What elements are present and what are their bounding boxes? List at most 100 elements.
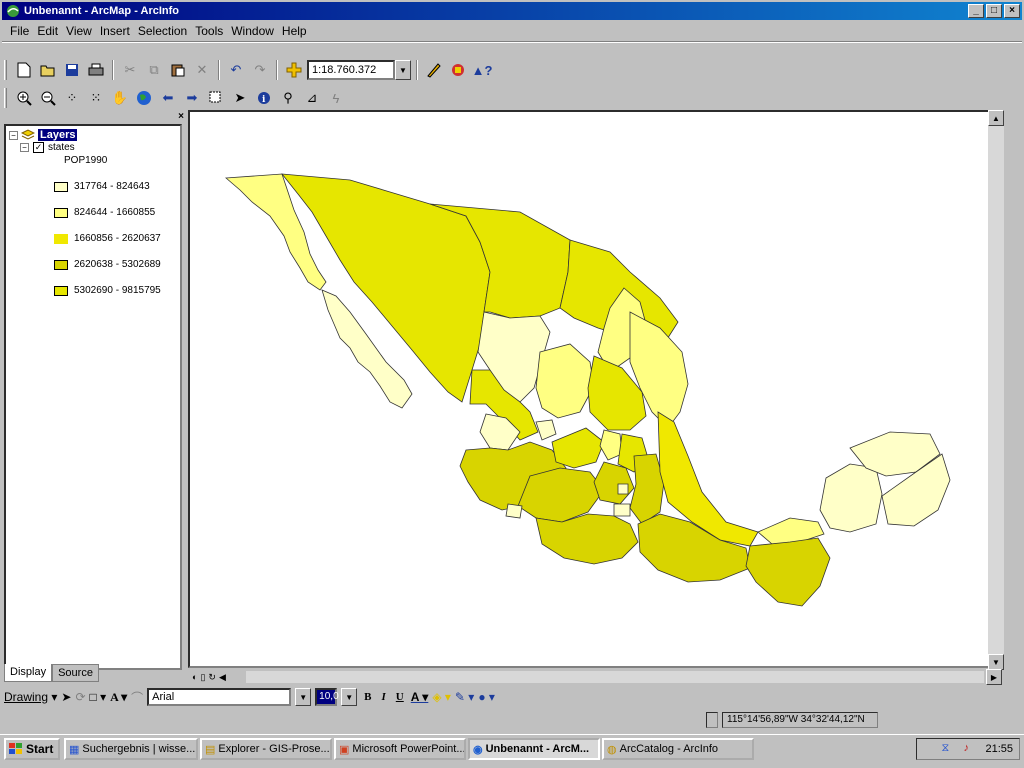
legend-class-row[interactable]: 1660856 - 2620637 — [54, 233, 161, 244]
toolbar-grip[interactable] — [4, 88, 7, 108]
chevron-down-icon[interactable]: ▼ — [295, 688, 312, 706]
measure-icon[interactable]: ⊿ — [301, 87, 323, 109]
svg-text:i: i — [262, 95, 266, 105]
font-color-icon[interactable]: A ▾ — [411, 690, 429, 704]
zoom-in-icon[interactable] — [13, 87, 35, 109]
select-elements-arrow-icon[interactable]: ➤ — [229, 87, 251, 109]
underline-button[interactable]: U — [393, 691, 407, 703]
drawing-menu-button[interactable]: Drawing ▾ — [4, 690, 57, 704]
menu-edit[interactable]: Edit — [33, 24, 62, 38]
identify-icon[interactable]: i — [253, 87, 275, 109]
line-color-icon[interactable]: ✎ ▾ — [455, 690, 474, 704]
layers-dataframe-row[interactable]: − Layers — [9, 129, 78, 141]
italic-button[interactable]: I — [379, 691, 389, 703]
menu-file[interactable]: File — [6, 24, 33, 38]
delete-icon[interactable]: ✕ — [191, 59, 213, 81]
save-icon[interactable] — [61, 59, 83, 81]
forward-arrow-icon[interactable]: ➡ — [181, 87, 203, 109]
full-extent-globe-icon[interactable] — [133, 87, 155, 109]
zoom-out-icon[interactable] — [37, 87, 59, 109]
select-features-icon[interactable] — [205, 87, 227, 109]
toolbar-grip[interactable] — [4, 60, 7, 80]
copy-icon[interactable]: ⧉ — [143, 59, 165, 81]
menu-tools[interactable]: Tools — [191, 24, 227, 38]
tab-display[interactable]: Display — [4, 664, 53, 682]
horizontal-scrollbar[interactable] — [246, 671, 984, 683]
task-suchergebnis[interactable]: ▦ Suchergebnis | wisse... — [64, 738, 198, 760]
legend-class-row[interactable]: 824644 - 1660855 — [54, 207, 155, 218]
chevron-down-icon[interactable]: ▼ — [341, 688, 358, 706]
toc-close-icon[interactable]: × — [178, 111, 184, 122]
select-elements-icon[interactable]: ➤ — [61, 690, 71, 704]
map-scale-combo[interactable]: 1:18.760.372 ▼ — [307, 60, 411, 80]
paste-icon[interactable] — [167, 59, 189, 81]
layer-visibility-checkbox[interactable]: ✓ — [33, 142, 44, 153]
new-document-icon[interactable] — [13, 59, 35, 81]
marker-color-icon[interactable]: ● ▾ — [478, 690, 495, 704]
scroll-down-icon[interactable]: ▼ — [988, 654, 1004, 670]
volume-tray-icon[interactable]: ♪ — [963, 742, 977, 756]
menu-window[interactable]: Window — [227, 24, 278, 38]
task-explorer[interactable]: ▤ Explorer - GIS-Prose... — [200, 738, 332, 760]
menu-help[interactable]: Help — [278, 24, 311, 38]
chevron-down-icon[interactable]: ▼ — [395, 60, 411, 80]
cut-icon[interactable]: ✂ — [119, 59, 141, 81]
fill-color-icon[interactable]: ◈ ▾ — [432, 690, 451, 704]
fixed-zoom-out-icon[interactable]: ⁙ — [85, 87, 107, 109]
bold-button[interactable]: B — [361, 691, 374, 703]
toc-title-bar[interactable]: × — [2, 111, 186, 122]
rectangle-tool-icon[interactable]: □ ▾ — [90, 690, 107, 704]
menu-view[interactable]: View — [62, 24, 96, 38]
undo-icon[interactable]: ↶ — [225, 59, 247, 81]
rotate-icon[interactable]: ⟳ — [75, 690, 85, 704]
start-button[interactable]: Start — [4, 738, 60, 760]
task-arcmap[interactable]: ◉ Unbenannt - ArcM... — [468, 738, 600, 760]
font-size-input[interactable]: 10,0 — [315, 688, 339, 706]
add-data-icon[interactable] — [283, 59, 305, 81]
collapse-icon[interactable]: − — [9, 130, 18, 140]
font-name-input[interactable]: Arial — [147, 688, 292, 706]
menu-separator — [2, 41, 1022, 43]
map-scale-input[interactable]: 1:18.760.372 — [307, 60, 395, 80]
collapse-icon[interactable]: − — [20, 143, 29, 152]
new-text-tool-button[interactable]: A ▾ — [110, 690, 127, 705]
edit-vertices-icon[interactable]: ⌒ — [131, 689, 143, 706]
menu-insert[interactable]: Insert — [96, 24, 134, 38]
refresh-view-icon[interactable]: ↻ — [208, 672, 216, 683]
map-display[interactable] — [188, 110, 1004, 668]
minimize-button[interactable]: _ — [968, 4, 984, 18]
tab-source[interactable]: Source — [52, 664, 99, 682]
menu-selection[interactable]: Selection — [134, 24, 191, 38]
legend-class-row[interactable]: 2620638 - 5302689 — [54, 259, 161, 270]
states-layer-row[interactable]: − ✓ states — [20, 142, 75, 153]
fixed-zoom-in-icon[interactable]: ⁘ — [61, 87, 83, 109]
close-button[interactable]: × — [1004, 4, 1020, 18]
title-bar[interactable]: Unbenannt - ArcMap - ArcInfo _ □ × — [2, 2, 1022, 20]
layout-view-icon[interactable]: ▯ — [200, 672, 205, 683]
hyperlink-bolt-icon[interactable]: ϟ — [325, 87, 347, 109]
scroll-left-icon[interactable]: ◀ — [219, 672, 226, 683]
scroll-right-icon[interactable]: ▶ — [986, 669, 1002, 685]
layers-label[interactable]: Layers — [38, 129, 78, 141]
text-tool-label: A — [110, 689, 119, 704]
pan-hand-icon[interactable]: ✋ — [109, 87, 131, 109]
arctoolbox-icon[interactable] — [447, 59, 469, 81]
vertical-scrollbar[interactable]: ▲ ▼ — [988, 110, 1004, 670]
legend-class-row[interactable]: 317764 - 824643 — [54, 181, 150, 192]
task-powerpoint[interactable]: ▣ Microsoft PowerPoint... — [334, 738, 466, 760]
maximize-button[interactable]: □ — [986, 4, 1002, 18]
find-binoculars-icon[interactable]: ⚲ — [277, 87, 299, 109]
data-view-icon[interactable]: ◐ — [192, 672, 197, 682]
layer-name[interactable]: states — [48, 142, 75, 153]
network-tray-icon[interactable]: ⧖ — [941, 742, 955, 756]
whats-this-help-icon[interactable]: ▲? — [471, 59, 493, 81]
editor-toolbar-icon[interactable] — [423, 59, 445, 81]
redo-icon[interactable]: ↷ — [249, 59, 271, 81]
task-arccatalog[interactable]: ◍ ArcCatalog - ArcInfo — [602, 738, 754, 760]
scroll-up-icon[interactable]: ▲ — [988, 110, 1004, 126]
back-arrow-icon[interactable]: ⬅ — [157, 87, 179, 109]
open-folder-icon[interactable] — [37, 59, 59, 81]
print-icon[interactable] — [85, 59, 107, 81]
mexico-states-map[interactable] — [190, 112, 1002, 666]
legend-class-row[interactable]: 5302690 - 9815795 — [54, 285, 161, 296]
